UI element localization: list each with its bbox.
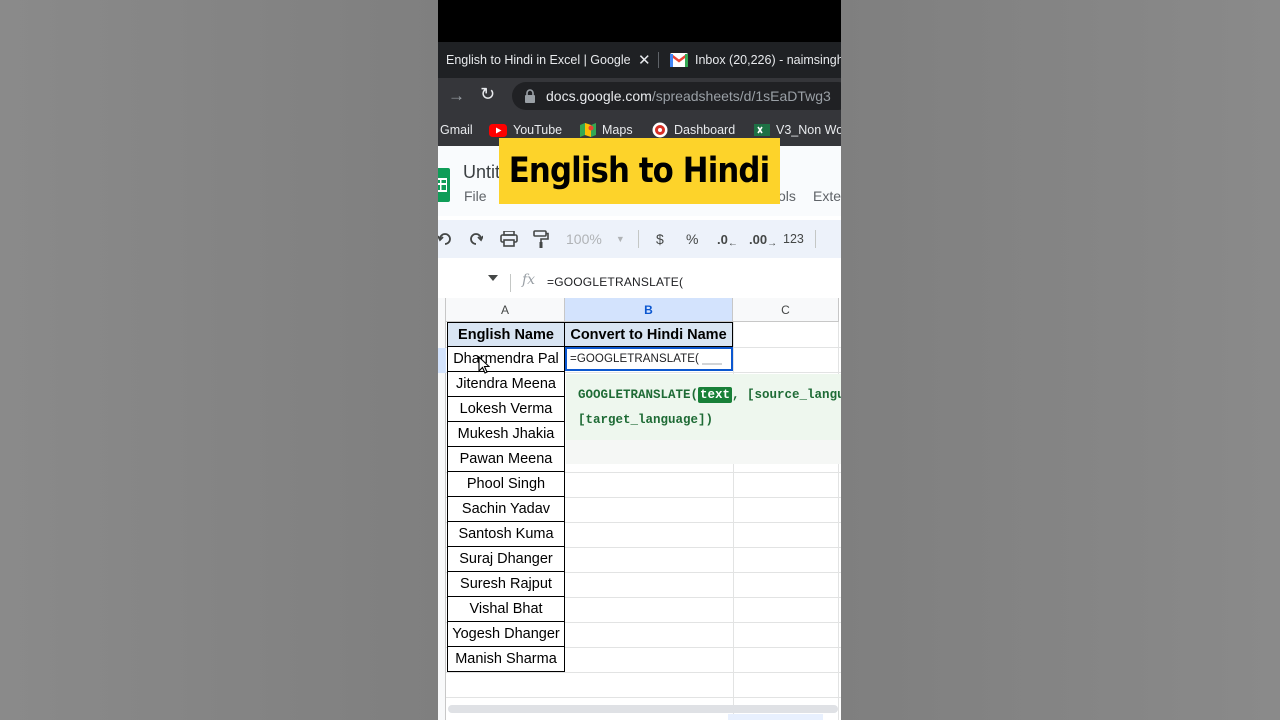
name-cell[interactable]: Sachin Yadav	[447, 497, 565, 522]
suggestion-arg-highlight: text	[698, 387, 733, 403]
menu-file[interactable]: File	[464, 188, 487, 204]
name-cell[interactable]: Dharmendra Pal	[447, 347, 565, 372]
top-black-bar	[438, 0, 841, 42]
sheet-tab-hint	[728, 714, 823, 720]
url-input[interactable]: docs.google.com/spreadsheets/d/1sEaDTwg3	[512, 82, 841, 110]
column-header-a[interactable]: A	[446, 298, 565, 322]
dashboard-icon	[652, 122, 668, 138]
paint-format-icon[interactable]	[533, 220, 549, 258]
undo-icon[interactable]	[438, 220, 452, 258]
tab-title: Inbox (20,226) - naimsingh	[695, 53, 841, 67]
formula-bar-divider	[510, 274, 511, 292]
browser-tab-bar: English to Hindi in Excel | Google Sheet…	[438, 42, 841, 78]
banner-text: English to Hindi	[509, 151, 770, 191]
number-format-button[interactable]: 123	[783, 220, 804, 258]
menu-tools[interactable]: ols	[778, 188, 796, 204]
gridline	[446, 697, 841, 698]
decrease-decimal-button[interactable]: .0 ←	[717, 220, 738, 258]
sheets-toolbar: 100% ▼ $ % .0 ← .00 → 123	[438, 220, 841, 258]
url-path: /spreadsheets/d/1sEaDTwg3	[651, 88, 831, 104]
column-header-c[interactable]: C	[733, 298, 839, 322]
name-cell[interactable]: Lokesh Verma	[447, 397, 565, 422]
sheets-logo-icon[interactable]	[438, 168, 450, 202]
horizontal-scrollbar[interactable]	[448, 705, 838, 713]
currency-button[interactable]: $	[656, 220, 664, 258]
chevron-down-icon: ▼	[615, 234, 625, 244]
document-title[interactable]: Untit	[463, 162, 500, 183]
arrow-left-icon: ←	[727, 237, 738, 249]
increase-decimal-button[interactable]: .00 →	[749, 220, 777, 258]
lock-icon	[525, 89, 535, 103]
excel-icon	[754, 124, 770, 136]
formula-input[interactable]: =GOOGLETRANSLATE(	[547, 275, 683, 289]
active-cell-text: =GOOGLETRANSLATE(	[570, 353, 699, 365]
screen-recording-frame: English to Hindi in Excel | Google Sheet…	[438, 0, 841, 720]
name-cell[interactable]: Manish Sharma	[447, 647, 565, 672]
redo-icon[interactable]	[469, 220, 483, 258]
url-host: docs.google.com	[546, 88, 652, 104]
name-cell[interactable]: Vishal Bhat	[447, 597, 565, 622]
tab-title: English to Hindi in Excel | Google Sheet…	[446, 53, 630, 67]
column-header-b[interactable]: B	[565, 298, 733, 322]
suggestion-rest: , [source_langua	[732, 388, 841, 402]
text-cursor	[701, 353, 722, 365]
formula-suggestion-popup[interactable]: GOOGLETRANSLATE(text, [source_langua [ta…	[566, 374, 841, 440]
formula-bar: fx =GOOGLETRANSLATE(	[438, 266, 841, 298]
bookmark-label: Gmail	[440, 123, 473, 137]
zoom-select[interactable]: 100% ▼	[566, 220, 625, 258]
gmail-icon	[670, 53, 688, 67]
gridline	[446, 672, 841, 673]
name-cell[interactable]: Jitendra Meena	[447, 372, 565, 397]
suggestion-popup-footer	[566, 440, 841, 464]
name-cell[interactable]: Pawan Meena	[447, 447, 565, 472]
percent-label: %	[686, 231, 699, 247]
bookmark-label: Maps	[602, 123, 633, 137]
name-cell[interactable]: Suraj Dhanger	[447, 547, 565, 572]
title-banner-overlay: English to Hindi	[499, 138, 780, 204]
bookmark-gmail[interactable]: Gmail	[440, 114, 473, 146]
tab-active[interactable]: English to Hindi in Excel | Google Sheet…	[446, 42, 661, 78]
toolbar-divider	[815, 230, 816, 248]
suggestion-function: GOOGLETRANSLATE(	[578, 388, 699, 402]
spreadsheet-grid: A B C English Name Convert to Hindi Name…	[438, 298, 841, 720]
name-cell[interactable]: Suresh Rajput	[447, 572, 565, 597]
tab-divider	[658, 52, 659, 68]
header-cell-english-name[interactable]: English Name	[447, 322, 565, 347]
name-cell[interactable]: Santosh Kuma	[447, 522, 565, 547]
close-icon[interactable]: ✕	[638, 51, 651, 69]
bookmark-label: V3_Non Wo	[776, 123, 841, 137]
name-cell[interactable]: Mukesh Jhakia	[447, 422, 565, 447]
reload-icon[interactable]: ↻	[480, 84, 495, 105]
forward-icon[interactable]: →	[448, 86, 465, 106]
background-right	[841, 0, 1280, 720]
increase-decimal-label: .00	[749, 231, 768, 247]
menu-extensions[interactable]: Exte	[813, 188, 841, 204]
percent-button[interactable]: %	[686, 220, 698, 258]
address-bar-row: → ↻ docs.google.com/spreadsheets/d/1sEaD…	[438, 78, 841, 114]
maps-icon	[580, 123, 596, 137]
bookmark-label: Dashboard	[674, 123, 736, 137]
mouse-cursor-icon	[478, 356, 490, 374]
number-format-label: 123	[783, 232, 804, 246]
header-cell-hindi-name[interactable]: Convert to Hindi Name	[565, 322, 733, 347]
selected-row-header	[438, 348, 446, 373]
name-cell[interactable]: Yogesh Dhanger	[447, 622, 565, 647]
tab-inbox[interactable]: Inbox (20,226) - naimsingh	[670, 42, 841, 78]
arrow-right-icon: →	[767, 237, 778, 249]
active-cell-b2[interactable]: =GOOGLETRANSLATE(	[565, 347, 733, 371]
youtube-icon	[489, 123, 507, 137]
toolbar-divider	[638, 230, 639, 248]
print-icon[interactable]	[500, 220, 518, 258]
decrease-decimal-label: .0	[717, 231, 728, 247]
name-box-dropdown-icon[interactable]	[488, 275, 498, 281]
url-text: docs.google.com/spreadsheets/d/1sEaDTwg3	[546, 88, 831, 104]
currency-label: $	[656, 231, 664, 247]
fx-icon: fx	[522, 272, 536, 288]
background-left	[0, 0, 438, 720]
bookmark-label: YouTube	[513, 123, 563, 137]
suggestion-line-1: GOOGLETRANSLATE(text, [source_langua	[578, 387, 841, 403]
name-cell[interactable]: Phool Singh	[447, 472, 565, 497]
zoom-value: 100%	[566, 231, 602, 247]
suggestion-line-2: [target_language])	[578, 413, 714, 427]
